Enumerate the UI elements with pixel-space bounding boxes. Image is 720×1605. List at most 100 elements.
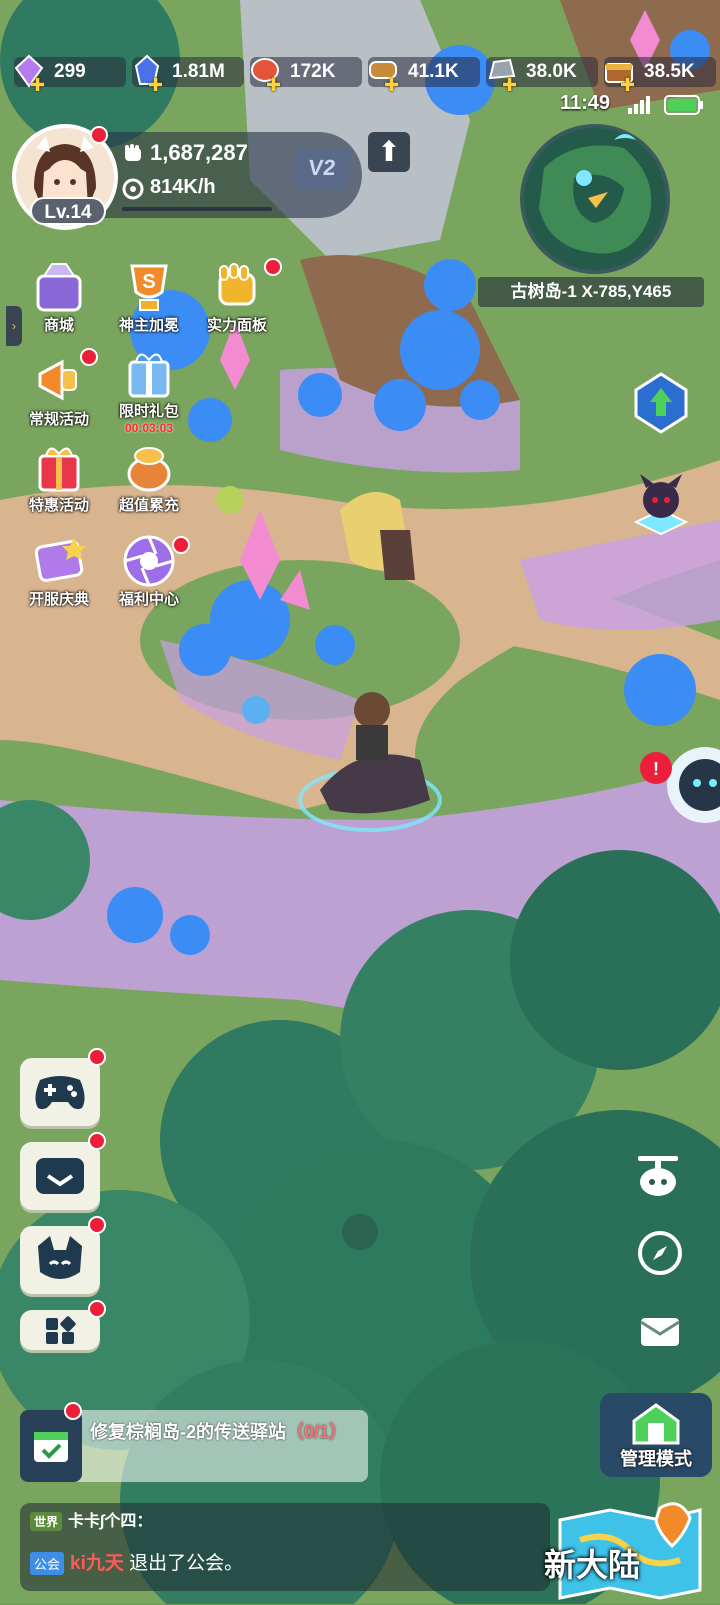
plus-icon: ✚ xyxy=(502,75,518,95)
resource-value: 41.1K xyxy=(408,61,459,82)
location-coordinates: 古树岛-1 X-785,Y465 xyxy=(478,277,704,307)
minimap-terrain xyxy=(539,145,652,254)
exp-bar xyxy=(122,207,272,211)
plus-icon: ✚ xyxy=(266,75,282,95)
quest-description: 修复棕榈岛-2的传送驿站（0/1） xyxy=(90,1418,360,1446)
activity-label: 商城 xyxy=(43,317,74,334)
chat-world-text: 卡卡∫个四： xyxy=(68,1513,153,1530)
notification-dot xyxy=(80,348,98,366)
quest-calendar-icon xyxy=(20,1410,82,1482)
vip-badge[interactable]: V2 xyxy=(291,147,353,189)
resource-stone[interactable]: ✚ 38.0K xyxy=(486,57,598,95)
resource-value: 38.5K xyxy=(644,61,695,82)
resource-value: 1.81M xyxy=(172,61,225,82)
drone-icon[interactable] xyxy=(632,1150,684,1202)
clock-time: 11:49 xyxy=(560,92,611,114)
fist-icon xyxy=(206,258,268,316)
quest-progress: （0/1） xyxy=(286,1422,348,1442)
notification-dot xyxy=(88,1300,106,1318)
bag-icon xyxy=(36,1158,84,1194)
resource-gems[interactable]: ✚ 299 xyxy=(14,54,126,95)
resource-crystal[interactable]: ✚ 1.81M xyxy=(132,54,244,95)
upgrade-arrow-button[interactable]: ⬆ xyxy=(368,132,410,172)
activity-opening-celebration[interactable]: 开服庆典 xyxy=(14,532,104,609)
activity-label: 限时礼包 xyxy=(118,403,179,420)
notification-dot xyxy=(90,126,108,144)
activity-label: 超值累充 xyxy=(118,497,179,514)
resource-value: 299 xyxy=(54,61,86,82)
red-gift-icon xyxy=(28,438,90,496)
fox-pet-icon xyxy=(38,1236,82,1279)
notification-dot xyxy=(88,1048,106,1066)
resource-wood[interactable]: ✚ 41.1K xyxy=(368,57,480,95)
chat-channel-world: 世界 xyxy=(30,1512,63,1531)
activity-limited-gift[interactable]: 限时礼包 00:03:03 xyxy=(104,344,194,435)
notification-dot xyxy=(88,1132,106,1150)
boss-challenge-icon[interactable] xyxy=(628,470,694,540)
resource-value: 38.0K xyxy=(526,61,577,82)
quest-tracker[interactable]: 修复棕榈岛-2的传送驿站（0/1） xyxy=(20,1410,368,1482)
mail-envelope-icon[interactable] xyxy=(634,1306,686,1358)
battery-icon xyxy=(664,95,703,115)
build-upgrade-icon[interactable] xyxy=(628,370,694,436)
manage-mode-label: 管理模式 xyxy=(620,1449,692,1469)
activity-special-offers[interactable]: 特惠活动 xyxy=(14,438,104,515)
treasure-pot-icon xyxy=(118,438,180,496)
activity-shop[interactable]: 商城 xyxy=(14,258,104,335)
manage-mode-button[interactable]: 管理模式 xyxy=(600,1393,712,1477)
plus-icon: ✚ xyxy=(384,75,400,95)
gamepad-icon xyxy=(35,1076,85,1110)
resource-food[interactable]: ✚ 172K xyxy=(250,57,362,95)
activity-label: 特惠活动 xyxy=(28,497,89,514)
fist-power-icon xyxy=(125,144,141,161)
celebration-card-icon xyxy=(28,532,90,590)
activity-label: 福利中心 xyxy=(118,591,179,608)
compass-icon[interactable] xyxy=(634,1228,686,1280)
activity-label: 神主加冕 xyxy=(118,317,179,334)
chat-channel-guild: 公会 xyxy=(30,1552,65,1576)
player-level-badge: Lv.14 xyxy=(30,197,106,225)
bird-marker-icon xyxy=(614,134,636,140)
activity-label: 实力面板 xyxy=(206,317,267,334)
resource-value: 172K xyxy=(290,61,336,82)
pet-button[interactable] xyxy=(20,1226,100,1294)
resource-chest[interactable]: ✚ 38.5K xyxy=(604,57,716,95)
chat-panel[interactable]: 世界 卡卡∫个四： 公会 ki九天 退出了公会。 xyxy=(20,1503,550,1591)
gift-countdown-timer: 00:03:03 xyxy=(124,421,174,435)
notification-dot xyxy=(88,1216,106,1234)
chat-guild-message: 公会 ki九天 退出了公会。 xyxy=(30,1548,244,1576)
speed-swirl-icon xyxy=(122,178,144,200)
chat-guild-text: 退出了公会。 xyxy=(123,1553,244,1574)
gift-box-icon xyxy=(118,344,180,402)
plus-icon: ✚ xyxy=(30,75,46,95)
svg-text:!: ! xyxy=(653,759,659,779)
quest-text: 修复棕榈岛-2的传送驿站 xyxy=(90,1422,287,1442)
plus-icon: ✚ xyxy=(620,75,636,95)
shop-gift-icon xyxy=(28,258,90,316)
trophy-icon: S xyxy=(118,258,180,316)
minimap[interactable] xyxy=(520,124,670,274)
game-center-button[interactable] xyxy=(20,1058,100,1126)
svg-text:S: S xyxy=(142,271,155,293)
apps-grid-icon xyxy=(46,1316,76,1344)
backpack-button[interactable] xyxy=(20,1142,100,1210)
arrow-up-icon: ⬆ xyxy=(377,136,401,167)
combat-power-value: 1,687,287 xyxy=(150,140,248,165)
activity-god-coronation[interactable]: S 神主加冕 xyxy=(104,258,194,335)
notification-dot xyxy=(64,1402,82,1420)
production-rate-value: 814K/h xyxy=(150,176,216,198)
signal-icon xyxy=(628,96,650,114)
activity-recharge[interactable]: 超值累充 xyxy=(104,438,194,515)
activity-label: 常规活动 xyxy=(28,411,89,428)
house-icon xyxy=(632,1403,680,1445)
more-apps-button[interactable] xyxy=(20,1310,100,1350)
new-continent-button[interactable]: 新大陆 xyxy=(540,1500,710,1600)
new-continent-label: 新大陆 xyxy=(544,1547,641,1583)
chat-world-message: 世界 卡卡∫个四： xyxy=(30,1507,152,1531)
plus-icon: ✚ xyxy=(148,75,164,95)
activity-label: 开服庆典 xyxy=(28,591,89,608)
notification-dot xyxy=(172,536,190,554)
notification-dot xyxy=(264,258,282,276)
aperture-icon xyxy=(118,532,180,590)
chat-username[interactable]: ki九天 xyxy=(70,1553,124,1574)
